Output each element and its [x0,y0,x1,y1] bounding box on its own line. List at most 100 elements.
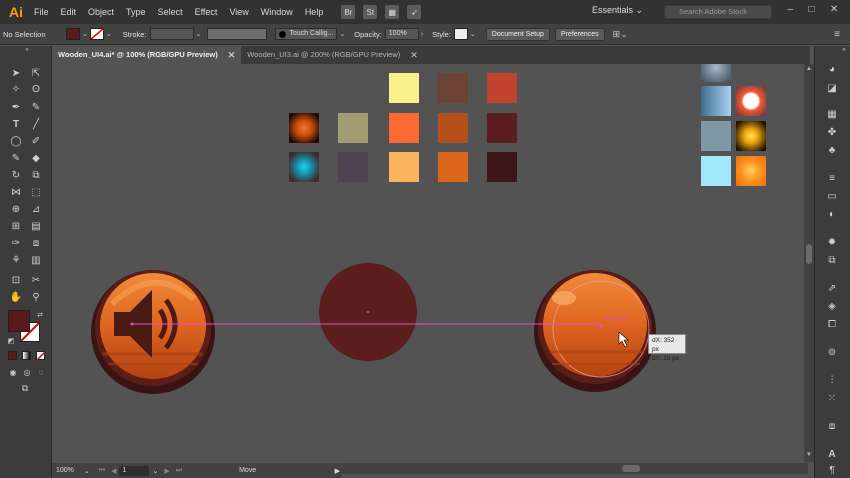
zoom-level[interactable]: 100% [52,467,78,474]
menu-select[interactable]: Select [152,7,189,17]
menu-effect[interactable]: Effect [189,7,224,17]
artboard-tool-icon[interactable]: ⊡ [9,274,23,287]
pathfinder-panel-icon[interactable]: ⧈ [825,420,839,433]
transparency-panel-icon[interactable]: ◐ [825,208,839,221]
fill-color-box-front[interactable] [8,310,30,332]
draw-normal-icon[interactable]: ◉ [6,366,20,379]
brush-dropdown-icon[interactable]: ⌄ [337,30,347,38]
fill-swatch[interactable] [66,28,80,40]
swatch-glow-cyan[interactable] [289,152,319,182]
menu-type[interactable]: Type [120,7,152,17]
lasso-tool-icon[interactable]: ʘ [29,83,43,96]
vertical-scrollbar[interactable]: ▲ ▼ [804,64,814,462]
search-input[interactable]: Search Adobe Stock [664,5,772,19]
line-segment-tool-icon[interactable]: ╱ [29,118,43,131]
curvature-tool-icon[interactable]: ✎ [29,101,43,114]
opacity-arrow-icon[interactable]: › [419,31,425,38]
arrange-icon[interactable]: ⊞⌄ [611,29,630,40]
close-window-icon[interactable]: ✕ [830,4,838,20]
rotate-tool-icon[interactable]: ↻ [9,169,23,182]
perspective-grid-tool-icon[interactable]: ⊞ [9,220,23,233]
stroke-swatch[interactable] [89,28,104,40]
zoom-tool-icon[interactable]: ⚲ [29,291,43,304]
shaper-tool-icon[interactable]: ✎ [9,152,23,165]
hand-tool-icon[interactable]: ✋ [9,291,23,304]
libraries-panel-icon[interactable]: ⊚ [825,346,839,359]
appearance-panel-icon[interactable]: ✹ [825,236,839,249]
arrange-documents-icon[interactable]: ▦ [385,5,400,19]
width-tool-icon[interactable]: ⋈ [9,186,23,199]
swatch-ring-red[interactable] [736,86,766,116]
free-transform-tool-icon[interactable]: ⬚ [29,186,43,199]
shape-builder-tool-icon[interactable]: ⊕ [9,203,23,216]
brush-definition[interactable]: Touch Callig... [275,28,338,40]
artboard-number-field[interactable]: 1 [119,465,150,476]
graphic-styles-icon[interactable]: ⧉ [825,254,839,267]
stroke-dropdown-icon[interactable]: ⌄ [104,30,114,38]
next-artboard-icon[interactable]: ▶ [161,467,172,475]
slice-tool-icon[interactable]: ✂ [29,274,43,287]
document-setup-button[interactable]: Document Setup [485,27,550,41]
symbol-sprayer-tool-icon[interactable]: ⚘ [9,254,23,267]
gradient-mode-icon[interactable] [22,351,31,360]
pen-tool-icon[interactable]: ✒ [9,101,23,114]
direct-selection-tool-icon[interactable]: ⇱ [29,67,43,80]
transform-panel-icon[interactable]: ⁙ [825,392,839,405]
paintbrush-tool-icon[interactable]: ✐ [29,135,43,148]
menu-window[interactable]: Window [255,7,299,17]
workspace-switcher[interactable]: Essentials ⌄ [592,5,648,19]
menu-object[interactable]: Object [82,7,120,17]
type-tool-icon[interactable]: T [9,118,23,131]
symbols-panel-icon[interactable]: ♣ [825,144,839,157]
menu-view[interactable]: View [223,7,254,17]
none-mode-icon[interactable] [36,351,45,360]
align-panel-icon[interactable]: ⫶ [825,374,839,387]
close-tab-icon[interactable]: ✕ [228,46,236,64]
default-colors-icon[interactable]: ◩ [4,334,18,347]
style-swatch[interactable] [453,28,468,40]
last-artboard-icon[interactable]: ⏭ [173,467,185,475]
bridge-icon[interactable]: Br [341,5,356,19]
horizontal-scroll-thumb[interactable] [622,465,640,472]
prev-artboard-icon[interactable]: ◀ [108,467,119,475]
blank-wooden-button-art[interactable] [534,270,656,392]
draw-inside-icon[interactable]: ◌ [34,366,48,379]
stroke-weight-dropdown-icon[interactable]: ⌄ [194,30,204,38]
style-dropdown-icon[interactable]: ⌄ [468,30,478,38]
scroll-down-icon[interactable]: ▼ [804,452,814,458]
swatch-glow-gold[interactable] [736,121,766,151]
layers-panel-icon[interactable]: ◈ [825,300,839,313]
blend-tool-icon[interactable]: ⧈ [29,237,43,250]
artboard-dropdown-icon[interactable]: ⌄ [149,467,161,475]
paragraph-panel-icon[interactable]: ¶ [825,464,839,477]
selection-tool-icon[interactable]: ➤ [9,67,23,80]
tab-wooden-ui3[interactable]: Wooden_UI3.ai @ 200% (RGB/GPU Preview) ✕ [241,46,424,64]
live-paint-tool-icon[interactable]: ⊿ [29,203,43,216]
swatch-blue-gradient[interactable] [701,86,731,116]
export-asset-icon[interactable]: ⇗ [825,282,839,295]
first-artboard-icon[interactable]: ⏮ [96,467,108,475]
vertical-scroll-thumb[interactable] [806,244,812,264]
swatch-glow-orange[interactable] [289,113,319,143]
eraser-tool-icon[interactable]: ◆ [29,152,43,165]
maximize-icon[interactable]: □ [809,4,815,20]
menu-file[interactable]: File [28,7,55,17]
close-tab-icon[interactable]: ✕ [410,46,418,64]
color-mode-icon[interactable] [8,351,17,360]
fill-dropdown-icon[interactable]: ⌄ [80,30,90,38]
screen-mode-icon[interactable]: ⧉ [18,382,32,395]
swatch-glow-orange2[interactable] [736,156,766,186]
magic-wand-tool-icon[interactable]: ✧ [9,83,23,96]
expand-panels-icon[interactable]: » [837,46,850,54]
menu-help[interactable]: Help [299,7,330,17]
gradient-tool-icon[interactable]: ▤ [29,220,43,233]
preferences-button[interactable]: Preferences [554,27,605,41]
eyedropper-tool-icon[interactable]: ✑ [9,237,23,250]
control-menu-icon[interactable]: ≡ [832,29,842,40]
tab-wooden-ui4[interactable]: Wooden_UI4.ai* @ 100% (RGB/GPU Preview) … [52,46,242,64]
artboard-canvas[interactable]: intersect [52,64,808,461]
scroll-up-icon[interactable]: ▲ [804,66,814,72]
scale-tool-icon[interactable]: ⧉ [29,169,43,182]
draw-behind-icon[interactable]: ◎ [20,366,34,379]
stock-icon[interactable]: St [363,5,378,19]
